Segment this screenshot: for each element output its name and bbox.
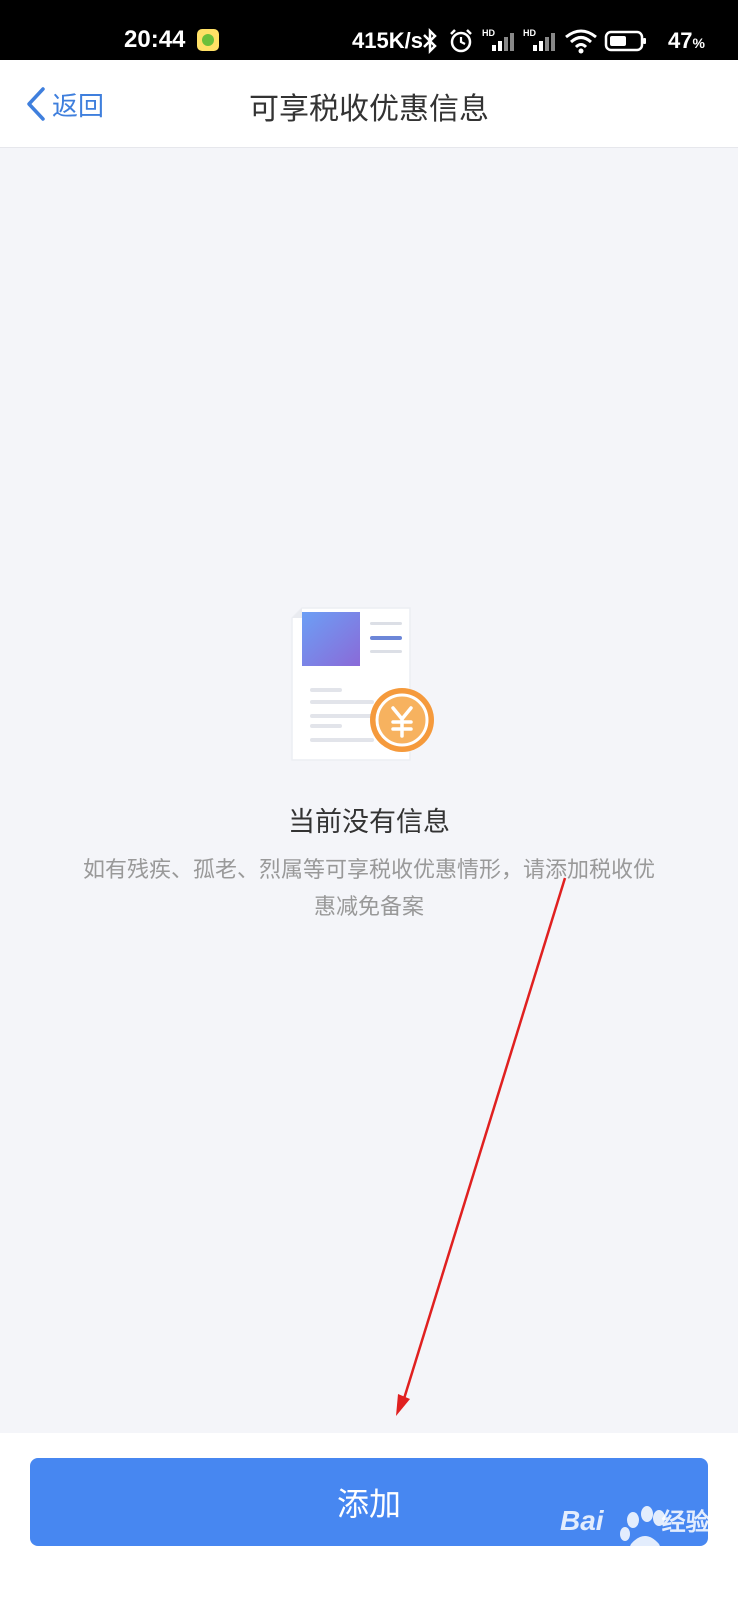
page-title: 可享税收优惠信息	[249, 92, 489, 127]
watermark-brand: Bai 经验	[560, 1505, 710, 1536]
navigation-bar: 返回 可享税收优惠信息	[0, 60, 738, 148]
svg-text:HD: HD	[523, 28, 536, 38]
status-time: 20:44	[124, 26, 186, 53]
battery-icon	[604, 30, 646, 52]
wifi-icon	[565, 29, 597, 54]
empty-state-title: 当前没有信息	[288, 807, 450, 838]
network-speed: 415K/s	[352, 28, 423, 53]
empty-state-description: 如有残疾、孤老、烈属等可享税收优惠情形，请添加税收优惠减免备案	[82, 858, 655, 920]
status-bar: 20:44 415K/s HD HD 47%	[0, 0, 738, 60]
app-notification-icon	[197, 29, 219, 51]
alarm-icon	[450, 29, 472, 53]
bluetooth-icon	[423, 27, 437, 55]
signal-hd-icon-2: HD	[523, 28, 555, 51]
svg-text:HD: HD	[482, 28, 495, 38]
battery-percentage: 47%	[668, 28, 705, 53]
watermark-url: jingyan.baidu.com	[603, 1566, 716, 1582]
signal-hd-icon: HD	[482, 28, 514, 51]
document-yen-icon	[291, 607, 434, 761]
